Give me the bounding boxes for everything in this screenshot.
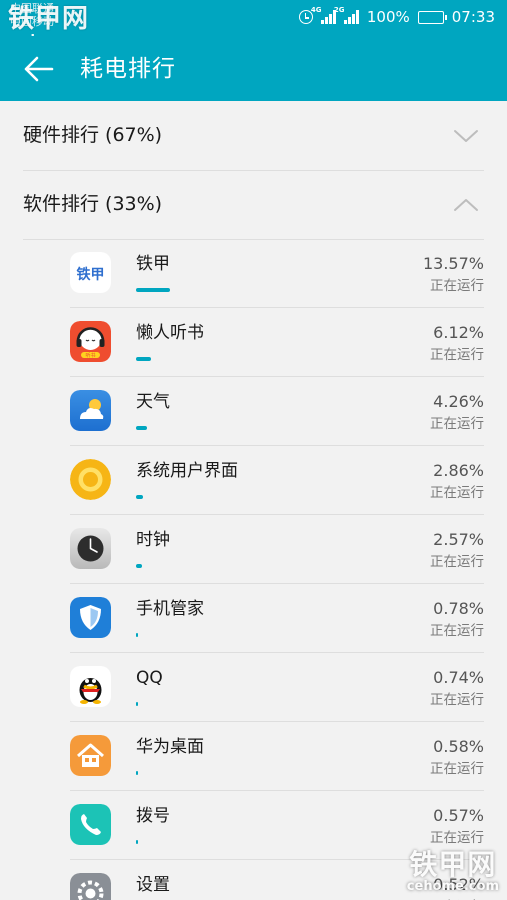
usage-percent: 6.12% [433, 323, 484, 342]
status-indicators: 4G 2G 100% 07:33 [298, 6, 495, 26]
software-ranking-section[interactable]: 软件排行 (33%) [0, 170, 507, 239]
usage-bar [136, 840, 138, 844]
back-arrow-icon[interactable] [22, 52, 56, 86]
software-ranking-label: 软件排行 (33%) [23, 193, 163, 215]
system-ui-icon [70, 459, 111, 500]
app-name: 手机管家 [136, 599, 204, 619]
usage-percent: 0.58% [433, 737, 484, 756]
huawei-home-icon [70, 735, 111, 776]
weather-icon [70, 390, 111, 431]
app-state: 正在运行 [430, 416, 484, 432]
app-name: 懒人听书 [136, 323, 204, 343]
usage-percent: 13.57% [422, 254, 484, 273]
app-row-huawei-home[interactable]: 华为桌面 0.58% 正在运行 [0, 722, 507, 791]
status-bar: 中国联通 中国移动 铁甲网 cehome.com 4G 2G 100% 07:3… [0, 0, 507, 48]
usage-bar [136, 495, 143, 499]
app-row-weather[interactable]: 天气 4.26% 正在运行 [0, 377, 507, 446]
app-row-qq[interactable]: QQ 0.74% 正在运行 [0, 653, 507, 722]
app-name: 时钟 [136, 530, 170, 550]
app-name: 天气 [136, 392, 170, 412]
battery-icon [417, 10, 447, 24]
usage-percent: 4.26% [433, 392, 484, 411]
watermark-site: cehome.com [406, 879, 499, 894]
app-state: 正在运行 [430, 485, 484, 501]
chevron-up-icon [454, 199, 478, 211]
usage-bar [136, 633, 138, 637]
usage-bar [136, 288, 170, 292]
hardware-ranking-label: 硬件排行 (67%) [23, 124, 163, 146]
app-bar: 耗电排行 [0, 36, 507, 101]
app-state: 正在运行 [430, 692, 484, 708]
lazy-audiobook-icon: 听书 [70, 321, 111, 362]
app-row-tiejia[interactable]: 铁甲 铁甲 13.57% 正在运行 [0, 239, 507, 308]
usage-bar [136, 426, 147, 430]
signal-2-badge: 2G [333, 6, 345, 14]
settings-icon [70, 873, 111, 900]
qq-icon [70, 666, 111, 707]
app-state: 正在运行 [430, 623, 484, 639]
content: 硬件排行 (67%) 软件排行 (33%) 铁甲 铁甲 13.57% 正在运行 [0, 101, 507, 900]
usage-percent: 2.57% [433, 530, 484, 549]
clock-time: 07:33 [451, 8, 495, 26]
usage-bar [136, 702, 138, 706]
app-row-system-ui[interactable]: 系统用户界面 2.86% 正在运行 [0, 446, 507, 515]
usage-bar [136, 357, 151, 361]
signal-1-badge: 4G [310, 6, 322, 14]
app-row-lazy-audiobook[interactable]: 听书 懒人听书 6.12% 正在运行 [0, 308, 507, 377]
app-state: 正在运行 [430, 347, 484, 363]
clock-icon [70, 528, 111, 569]
page-title: 耗电排行 [80, 56, 176, 82]
app-name: 华为桌面 [136, 737, 204, 757]
app-state: 正在运行 [430, 761, 484, 777]
app-state: 正在运行 [430, 830, 484, 846]
watermark-brand: 铁甲网 [8, 4, 90, 34]
app-name: 系统用户界面 [136, 461, 238, 481]
app-row-clock[interactable]: 时钟 2.57% 正在运行 [0, 515, 507, 584]
tiejia-icon: 铁甲 [70, 252, 111, 293]
signal-2-icon: 2G [334, 6, 359, 24]
usage-percent: 0.78% [433, 599, 484, 618]
battery-percent: 100% [366, 8, 410, 26]
watermark-brand: 铁甲网 [409, 848, 497, 881]
svg-text:听书: 听书 [85, 352, 95, 359]
chevron-down-icon [454, 130, 478, 142]
usage-bar [136, 564, 142, 568]
usage-bar [136, 771, 138, 775]
usage-percent: 0.74% [433, 668, 484, 687]
watermark-bottom: 铁甲网 cehome.com [407, 850, 499, 894]
hardware-ranking-section[interactable]: 硬件排行 (67%) [0, 101, 507, 170]
dialer-icon [70, 804, 111, 845]
app-row-phone-manager[interactable]: 手机管家 0.78% 正在运行 [0, 584, 507, 653]
phone-manager-icon [70, 597, 111, 638]
app-name: 铁甲 [136, 254, 170, 274]
svg-text:铁甲: 铁甲 [77, 266, 105, 283]
app-state: 正在运行 [430, 554, 484, 570]
app-name: 设置 [136, 875, 170, 895]
usage-percent: 0.57% [433, 806, 484, 825]
app-name: 拨号 [136, 806, 170, 826]
app-name: QQ [136, 668, 163, 688]
usage-percent: 2.86% [433, 461, 484, 480]
app-state: 正在运行 [430, 278, 484, 294]
